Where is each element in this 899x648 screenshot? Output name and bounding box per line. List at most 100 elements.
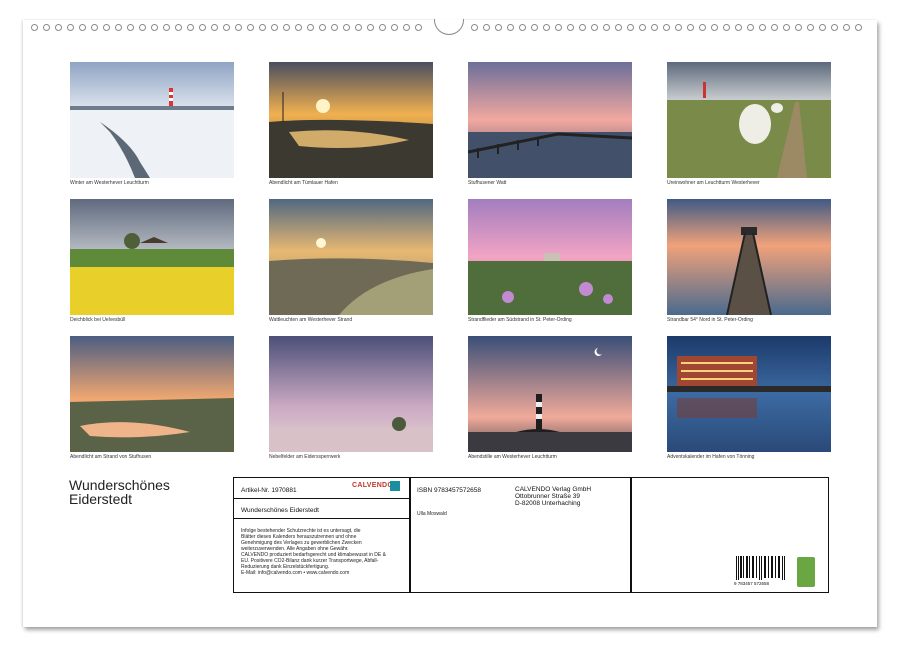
photo-harbor-advent	[667, 336, 831, 452]
binding-ring	[735, 24, 742, 31]
isbn: ISBN 9783457572658	[417, 487, 481, 494]
photo-card: Abendstille am Westerhever Leuchtturm	[468, 336, 632, 460]
binding-ring	[819, 24, 826, 31]
calvendo-logo: CALVENDO	[352, 482, 394, 489]
divider	[409, 478, 411, 592]
binding-ring	[319, 24, 326, 31]
photo-card: Abendlicht am Tümlauer Hafen	[269, 62, 433, 186]
binding-ring	[783, 24, 790, 31]
legal-line: E-Mail: info@calvendo.com • www.calvendo…	[241, 570, 350, 576]
binding-ring	[663, 24, 670, 31]
spiral-binding	[23, 19, 877, 38]
binding-ring	[223, 24, 230, 31]
photo-card: Strandbar 54° Nord in St. Peter-Ording	[667, 199, 831, 323]
binding-ring	[687, 24, 694, 31]
binding-ring	[843, 24, 850, 31]
divider	[234, 498, 409, 499]
photo-card: Nebelfelder am Eiderssperrwerk	[269, 336, 433, 460]
binding-ring	[295, 24, 302, 31]
photo-beach-evening	[70, 336, 234, 452]
binding-ring	[639, 24, 646, 31]
binding-ring	[355, 24, 362, 31]
binding-ring	[139, 24, 146, 31]
article-number: Artikel-Nr. 1970881	[241, 487, 297, 494]
binding-ring	[343, 24, 350, 31]
binding-ring	[307, 24, 314, 31]
binding-ring	[795, 24, 802, 31]
binding-ring	[247, 24, 254, 31]
photo-sheep-lighthouse	[667, 62, 831, 178]
calvendo-logo-mark	[390, 481, 400, 491]
binding-ring	[519, 24, 526, 31]
binding-ring	[175, 24, 182, 31]
binding-ring	[403, 24, 410, 31]
photo-caption: Deichblick bei Uelvesbüll	[70, 317, 126, 323]
binding-ring	[79, 24, 86, 31]
calendar-title-line2: Eiderstedt	[69, 491, 133, 507]
photo-caption: Ureinwohner am Leuchtturm Westerhever	[667, 180, 760, 186]
photo-caption: Abendlicht am Strand von Stufhusen	[70, 454, 152, 460]
photo-rapeseed-field	[70, 199, 234, 315]
binding-ring	[103, 24, 110, 31]
binding-ring	[187, 24, 194, 31]
photo-card: Ureinwohner am Leuchtturm Westerhever	[667, 62, 831, 186]
photo-caption: Winter am Westerhever Leuchtturm	[70, 180, 149, 186]
binding-ring	[43, 24, 50, 31]
binding-ring	[91, 24, 98, 31]
binding-ring	[367, 24, 374, 31]
binding-ring	[579, 24, 586, 31]
author: Ulla Moswald	[417, 511, 447, 517]
binding-ring	[471, 24, 478, 31]
binding-ring	[723, 24, 730, 31]
binding-ring	[747, 24, 754, 31]
binding-rings-right	[471, 24, 862, 31]
binding-rings-left	[31, 24, 422, 31]
photo-caption: Abendstille am Westerhever Leuchtturm	[468, 454, 557, 460]
binding-ring	[543, 24, 550, 31]
binding-ring	[67, 24, 74, 31]
binding-ring	[507, 24, 514, 31]
barcode-digits: 9 783457 572658	[734, 581, 770, 586]
binding-ring	[555, 24, 562, 31]
photo-winter-lighthouse	[70, 62, 234, 178]
photo-fog-fields	[269, 336, 433, 452]
binding-ring	[495, 24, 502, 31]
binding-ring	[651, 24, 658, 31]
publisher-line3: D-82008 Unterhaching	[515, 500, 581, 507]
binding-ring	[627, 24, 634, 31]
photo-card: Deichblick bei Uelvesbüll	[70, 199, 234, 323]
binding-ring	[603, 24, 610, 31]
binding-ring	[711, 24, 718, 31]
photo-beach-bar-pier	[667, 199, 831, 315]
binding-ring	[415, 24, 422, 31]
photo-card: Adventskalender im Hafen von Tönning	[667, 336, 831, 460]
binding-ring	[615, 24, 622, 31]
binding-ring	[127, 24, 134, 31]
product-title: Wunderschönes Eiderstedt	[241, 507, 319, 514]
photo-lighthouse-dusk	[468, 336, 632, 452]
calendar-title: Wunderschönes Eiderstedt	[69, 478, 229, 506]
binding-ring	[855, 24, 862, 31]
binding-ring	[151, 24, 158, 31]
binding-ring	[699, 24, 706, 31]
photo-caption: Abendlicht am Tümlauer Hafen	[269, 180, 338, 186]
binding-ring	[271, 24, 278, 31]
photo-caption: Strandflieder am Südstrand in St. Peter-…	[468, 317, 572, 323]
photo-card: Stufhusener Watt	[468, 62, 632, 186]
photo-caption: Wattleuchten am Westerhever Strand	[269, 317, 353, 323]
binding-ring	[675, 24, 682, 31]
binding-ring	[211, 24, 218, 31]
binding-ring	[259, 24, 266, 31]
imprint-box: Artikel-Nr. 1970881 CALVENDO Wunderschön…	[233, 477, 829, 593]
binding-ring	[591, 24, 598, 31]
photo-caption: Adventskalender im Hafen von Tönning	[667, 454, 755, 460]
binding-ring	[771, 24, 778, 31]
binding-ring	[831, 24, 838, 31]
photo-caption: Stufhusener Watt	[468, 180, 507, 186]
binding-ring	[531, 24, 538, 31]
barcode: 9 783457 572658	[734, 556, 785, 586]
binding-ring	[807, 24, 814, 31]
binding-ring	[483, 24, 490, 31]
photo-sea-lavender	[468, 199, 632, 315]
legal-notice: Infolge bestehender Schutzrechte ist es …	[241, 528, 386, 576]
